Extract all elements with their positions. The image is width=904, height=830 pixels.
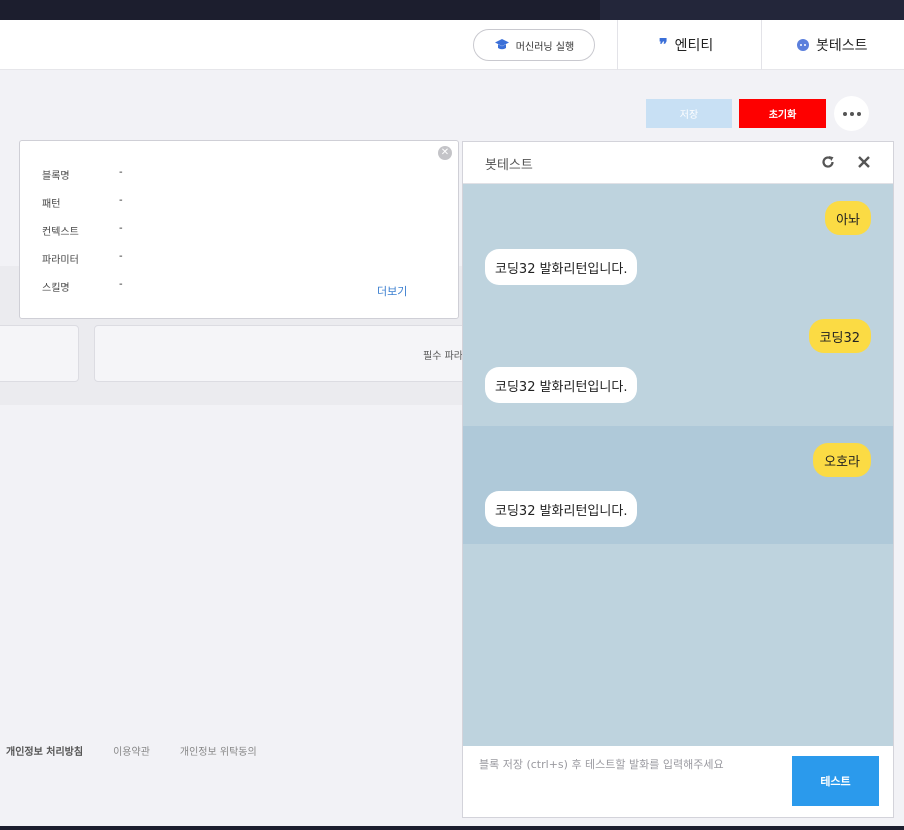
- bot-message-bubble: 코딩32 발화리턴입니다.: [485, 249, 638, 285]
- refresh-icon[interactable]: [820, 154, 836, 170]
- bottom-strip: [0, 826, 904, 830]
- utterance-input[interactable]: [479, 758, 779, 771]
- user-message-bubble: 아놔: [825, 201, 871, 235]
- chat-area[interactable]: 아놔 코딩32 발화리턴입니다. 코딩32 코딩32 발화리턴입니다. 오호라 …: [463, 184, 893, 746]
- parameter-card-left[interactable]: [0, 325, 79, 382]
- header-divider: [617, 20, 618, 70]
- info-row-skill-name: 스킬명 -: [42, 279, 123, 294]
- user-message-bubble: 코딩32: [808, 319, 871, 353]
- close-icon[interactable]: [856, 154, 872, 170]
- info-row-parameter: 파라미터 -: [42, 251, 123, 266]
- info-row-block-name: 블록명 -: [42, 167, 123, 182]
- info-key: 컨텍스트: [42, 227, 79, 238]
- info-key: 패턴: [42, 199, 61, 210]
- required-parameter-label: 필수 파라: [423, 351, 463, 362]
- header-bar: 머신러닝 실행 ❞ 엔티티 봇테스트: [0, 20, 904, 70]
- entity-menu[interactable]: ❞ 엔티티: [659, 20, 713, 70]
- test-button[interactable]: 테스트: [792, 756, 879, 806]
- machine-learning-run-button[interactable]: 머신러닝 실행: [473, 29, 595, 61]
- bottest-panel: 봇테스트 아놔 코딩32 발화리턴입니다. 코딩32 코딩32 발화리턴입니다.…: [462, 141, 894, 818]
- info-value: -: [119, 251, 123, 262]
- dot-icon: [842, 111, 847, 116]
- consignment-consent-link[interactable]: 개인정보 위탁동의: [180, 743, 257, 758]
- chat-turn: 오호라 코딩32 발화리턴입니다.: [463, 426, 893, 544]
- info-value: -: [119, 167, 123, 178]
- save-button[interactable]: 저장: [646, 99, 732, 128]
- bottest-label: 봇테스트: [816, 38, 868, 54]
- top-bar-shape: [600, 0, 904, 20]
- info-row-context: 컨텍스트 -: [42, 223, 123, 238]
- footer-links: 개인정보 처리방침 이용약관 개인정보 위탁동의: [6, 743, 257, 758]
- info-row-pattern: 패턴 -: [42, 195, 123, 210]
- bottest-panel-header: 봇테스트: [463, 142, 893, 184]
- terms-link[interactable]: 이용약관: [113, 743, 150, 758]
- info-key: 파라미터: [42, 255, 79, 266]
- bot-message-bubble: 코딩32 발화리턴입니다.: [485, 367, 638, 403]
- chat-turn: 코딩32 코딩32 발화리턴입니다.: [463, 302, 893, 420]
- reset-button[interactable]: 초기화: [739, 99, 826, 128]
- privacy-policy-link[interactable]: 개인정보 처리방침: [6, 743, 83, 758]
- bottest-menu[interactable]: 봇테스트: [797, 20, 868, 70]
- bottest-panel-title: 봇테스트: [485, 158, 533, 173]
- more-link[interactable]: 더보기: [377, 283, 407, 299]
- block-info-popup: ✕ 블록명 - 패턴 - 컨텍스트 - 파라미터 - 스킬명 - 더보기: [19, 140, 459, 319]
- quote-icon: ❞: [659, 35, 668, 54]
- chat-turn: 아놔 코딩32 발화리턴입니다.: [463, 184, 893, 302]
- required-parameter-card[interactable]: [94, 325, 474, 382]
- more-options-button[interactable]: [834, 96, 869, 131]
- info-value: -: [119, 279, 123, 290]
- info-value: -: [119, 223, 123, 234]
- entity-label: 엔티티: [674, 38, 714, 54]
- dot-icon: [849, 111, 854, 116]
- top-app-bar: [0, 0, 904, 20]
- header-divider: [761, 20, 762, 70]
- dot-icon: [856, 111, 861, 116]
- graduation-cap-icon: [494, 39, 509, 50]
- machine-learning-run-label: 머신러닝 실행: [515, 41, 575, 53]
- user-message-bubble: 오호라: [813, 443, 871, 477]
- bot-message-bubble: 코딩32 발화리턴입니다.: [485, 491, 638, 527]
- info-key: 스킬명: [42, 283, 70, 294]
- info-value: -: [119, 195, 123, 206]
- chat-bot-icon: [797, 39, 809, 51]
- close-icon[interactable]: ✕: [438, 146, 452, 160]
- info-key: 블록명: [42, 171, 70, 182]
